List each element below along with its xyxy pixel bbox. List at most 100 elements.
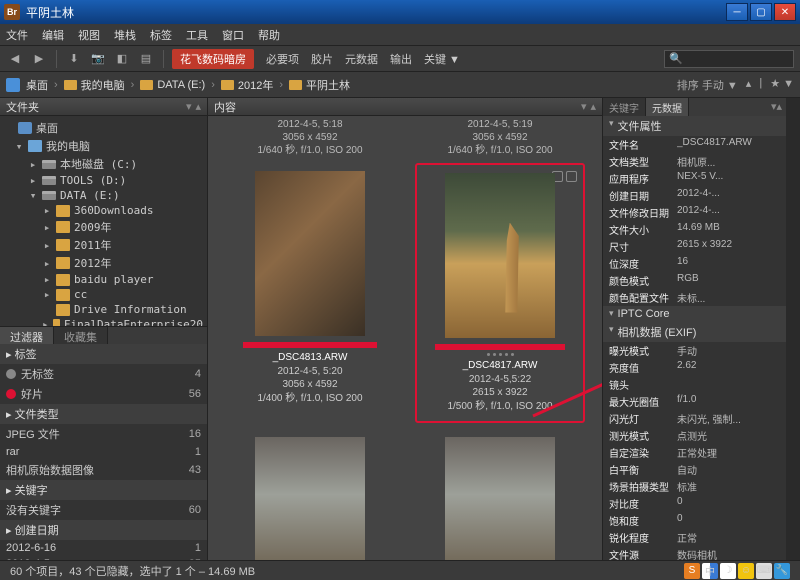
desktop-icon[interactable] bbox=[6, 78, 20, 92]
thumbnail[interactable]: _DSC4817.ARW2012-4-5,5:222615 x 39221/50… bbox=[415, 163, 585, 423]
toolbar-item[interactable]: 输出 bbox=[390, 51, 412, 67]
breadcrumb-item[interactable]: DATA (E:) bbox=[140, 79, 205, 91]
breadcrumb-item[interactable]: 我的电脑 bbox=[64, 77, 125, 93]
menu-item[interactable]: 窗口 bbox=[222, 27, 244, 43]
thumbnail-image[interactable] bbox=[255, 437, 365, 560]
prop-row: 文件源数码相机 bbox=[603, 546, 786, 560]
filter-row[interactable]: 2012-6-161 bbox=[0, 540, 207, 556]
app-icon: Br bbox=[4, 4, 20, 20]
tray-icon[interactable]: ⌨ bbox=[756, 563, 772, 579]
thumbnail-image[interactable] bbox=[445, 437, 555, 560]
toolbar-item[interactable]: 元数据 bbox=[345, 51, 378, 67]
prop-row: 镜头 bbox=[603, 376, 786, 393]
thumb-meta: 2012-4-5, 5:193056 x 45921/640 秒, f/1.0,… bbox=[415, 116, 585, 163]
tab-keywords[interactable]: 关键字 bbox=[603, 98, 646, 116]
content-panel-header: 内容 ▾▴ bbox=[208, 98, 602, 116]
filter-row[interactable]: 没有关键字60 bbox=[0, 500, 207, 520]
filter-row[interactable]: 2012-4-535 bbox=[0, 556, 207, 560]
breadcrumb-item[interactable]: 平阴土林 bbox=[289, 77, 350, 93]
search-box[interactable]: 🔍 bbox=[664, 50, 794, 68]
metadata-list: 文件属性文件名_DSC4817.ARW文档类型相机原...应用程序NEX-5 V… bbox=[603, 116, 786, 560]
tray-icon[interactable]: ☽ bbox=[720, 563, 736, 579]
prop-section-header[interactable]: 相机数据 (EXIF) bbox=[603, 322, 786, 342]
filter-row[interactable]: JPEG 文件16 bbox=[0, 424, 207, 444]
camera-icon[interactable]: 📷 bbox=[89, 50, 107, 68]
menu-item[interactable]: 工具 bbox=[186, 27, 208, 43]
prop-row: 颜色配置文件未标... bbox=[603, 289, 786, 306]
menu-item[interactable]: 文件 bbox=[6, 27, 28, 43]
toolbar-item[interactable]: 必要项 bbox=[266, 51, 299, 67]
prop-row: 闪光灯未闪光, 强制... bbox=[603, 410, 786, 427]
prop-section-header[interactable]: 文件属性 bbox=[603, 116, 786, 136]
tree-item[interactable]: ▾我的电脑 bbox=[0, 137, 207, 155]
prop-row: 场景拍摄类型标准 bbox=[603, 478, 786, 495]
prop-section-header[interactable]: IPTC Core bbox=[603, 306, 786, 322]
tree-item[interactable]: ▸cc bbox=[0, 287, 207, 302]
tree-item[interactable]: ▸本地磁盘 (C:) bbox=[0, 155, 207, 173]
scrollbar[interactable] bbox=[786, 98, 800, 560]
tree-item[interactable]: 桌面 bbox=[0, 119, 207, 137]
sort-asc-icon[interactable]: ▴ bbox=[746, 77, 752, 93]
filter-row[interactable]: 相机原始数据图像43 bbox=[0, 460, 207, 480]
toolbar: ◀ ▶ ⬇ 📷 ◧ ▤ 花飞数码暗房 必要项胶片元数据输出关键 ▼ 🔍 bbox=[0, 46, 800, 72]
filter-row[interactable]: 好片56 bbox=[0, 384, 207, 404]
menu-item[interactable]: 标签 bbox=[150, 27, 172, 43]
folder-tree[interactable]: 桌面▾我的电脑▸本地磁盘 (C:)▸TOOLS (D:)▾DATA (E:)▸3… bbox=[0, 116, 207, 326]
filter-group-header[interactable]: ▸ 创建日期 bbox=[0, 520, 207, 540]
tray-icon[interactable]: 中 bbox=[702, 563, 718, 579]
tab-metadata[interactable]: 元数据 bbox=[646, 98, 689, 116]
toolbar-item[interactable]: 胶片 bbox=[311, 51, 333, 67]
menu-item[interactable]: 帮助 bbox=[258, 27, 280, 43]
tree-item[interactable]: ▸TOOLS (D:) bbox=[0, 173, 207, 188]
toolbar-item[interactable]: 关键 ▼ bbox=[424, 51, 460, 67]
output-icon[interactable]: ▤ bbox=[137, 50, 155, 68]
prop-row: 应用程序NEX-5 V... bbox=[603, 170, 786, 187]
tree-item[interactable]: ▾DATA (E:) bbox=[0, 188, 207, 203]
thumbnail[interactable]: _DSC4813.ARW2012-4-5, 5:203056 x 45921/4… bbox=[225, 163, 395, 423]
sort-dropdown[interactable]: 排序 手动 ▼ bbox=[677, 77, 738, 93]
tray-icon[interactable]: S bbox=[684, 563, 700, 579]
tree-item[interactable]: ▸360Downloads bbox=[0, 203, 207, 218]
prop-row: 创建日期2012-4-... bbox=[603, 187, 786, 204]
filter-group-header[interactable]: ▸ 文件类型 bbox=[0, 404, 207, 424]
menu-item[interactable]: 编辑 bbox=[42, 27, 64, 43]
filter-row[interactable]: rar1 bbox=[0, 444, 207, 460]
window-title: 平阴土林 bbox=[26, 4, 726, 21]
minimize-button[interactable]: ─ bbox=[726, 3, 748, 21]
close-button[interactable]: ✕ bbox=[774, 3, 796, 21]
prop-row: 曝光模式手动 bbox=[603, 342, 786, 359]
back-icon[interactable]: ◀ bbox=[6, 50, 24, 68]
filter-row[interactable]: 无标签4 bbox=[0, 364, 207, 384]
tab-collections[interactable]: 收藏集 bbox=[54, 327, 108, 344]
tree-item[interactable]: Drive Information bbox=[0, 302, 207, 317]
forward-icon[interactable]: ▶ bbox=[30, 50, 48, 68]
tree-item[interactable]: ▸FinalDataEnterprise20 bbox=[0, 317, 207, 326]
search-input[interactable] bbox=[683, 53, 789, 64]
maximize-button[interactable]: ▢ bbox=[750, 3, 772, 21]
download-icon[interactable]: ⬇ bbox=[65, 50, 83, 68]
tray-icon[interactable]: ☺ bbox=[738, 563, 754, 579]
filter-panel: ▸ 标签无标签4好片56▸ 文件类型JPEG 文件16rar1相机原始数据图像4… bbox=[0, 344, 207, 560]
tree-item[interactable]: ▸2009年 bbox=[0, 218, 207, 236]
tray-icon[interactable]: 🔧 bbox=[774, 563, 790, 579]
tree-item[interactable]: ▸2012年 bbox=[0, 254, 207, 272]
thumbnail-grid[interactable]: 2012-4-5, 5:183056 x 45921/640 秒, f/1.0,… bbox=[208, 116, 602, 560]
filter-star[interactable]: ★ ▼ bbox=[770, 77, 794, 93]
prop-row: 文件修改日期2012-4-... bbox=[603, 204, 786, 221]
refine-icon[interactable]: ◧ bbox=[113, 50, 131, 68]
prop-row: 自定渲染正常处理 bbox=[603, 444, 786, 461]
filter-group-header[interactable]: ▸ 关键字 bbox=[0, 480, 207, 500]
breadcrumb-bar: 桌面›我的电脑›DATA (E:)›2012年›平阴土林 排序 手动 ▼ ▴ |… bbox=[0, 72, 800, 98]
thumb-meta: 2012-4-5, 5:183056 x 45921/640 秒, f/1.0,… bbox=[225, 116, 395, 163]
breadcrumb-item[interactable]: 桌面 bbox=[26, 77, 48, 93]
menu-item[interactable]: 视图 bbox=[78, 27, 100, 43]
menu-item[interactable]: 堆栈 bbox=[114, 27, 136, 43]
tab-filter[interactable]: 过滤器 bbox=[0, 327, 54, 344]
prop-row: 饱和度0 bbox=[603, 512, 786, 529]
breadcrumb-item[interactable]: 2012年 bbox=[221, 77, 273, 93]
statusbar: 60 个项目，43 个已隐藏，选中了 1 个 – 14.69 MB S 中 ☽ … bbox=[0, 560, 800, 580]
tree-item[interactable]: ▸baidu player bbox=[0, 272, 207, 287]
tree-item[interactable]: ▸2011年 bbox=[0, 236, 207, 254]
filter-group-header[interactable]: ▸ 标签 bbox=[0, 344, 207, 364]
prop-row: 文件名_DSC4817.ARW bbox=[603, 136, 786, 153]
